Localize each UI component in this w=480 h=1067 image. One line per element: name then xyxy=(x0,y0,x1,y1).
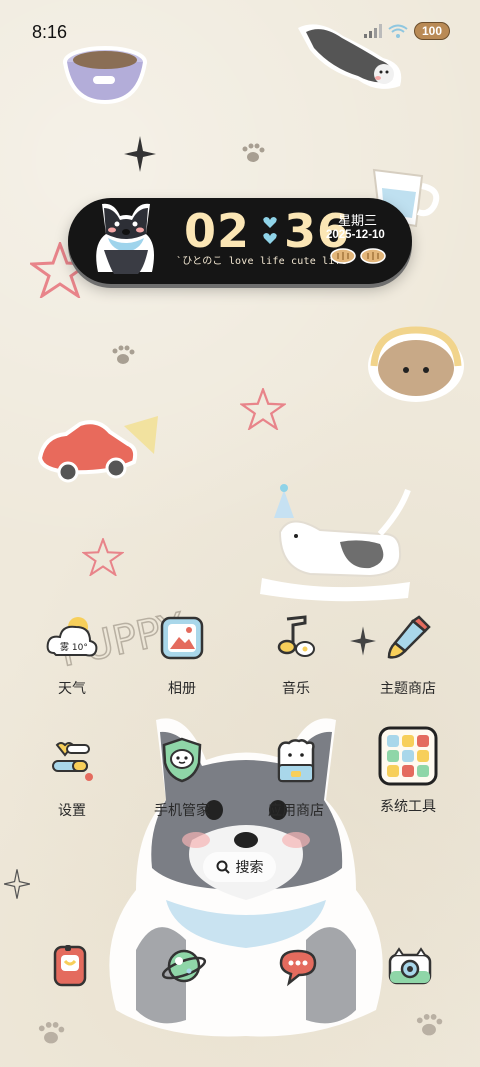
app-system-tools-folder[interactable]: 系统工具 xyxy=(360,724,456,816)
toy-car-sticker xyxy=(37,416,158,483)
bread-icon xyxy=(360,248,386,264)
status-icons: 100 xyxy=(363,22,450,40)
search-label: 搜索 xyxy=(235,860,264,876)
app-label: 应用商店 xyxy=(268,803,324,819)
app-settings[interactable]: 设置 xyxy=(24,732,120,820)
sparkle-icon xyxy=(4,869,30,899)
bread-decoration xyxy=(330,248,386,264)
sparkle-icon xyxy=(124,136,156,172)
weather-badge: 雾 10° xyxy=(60,642,88,653)
clock-hour: 02 xyxy=(184,204,251,258)
browser-planet-icon xyxy=(161,949,207,983)
app-label: 系统工具 xyxy=(380,799,436,815)
pink-star-doodle-icon xyxy=(82,538,124,576)
camera-icon xyxy=(388,947,432,985)
clock-weekday: 星期三 xyxy=(338,214,378,229)
app-music[interactable]: 音乐 xyxy=(248,610,344,698)
bread-icon xyxy=(330,248,356,264)
app-label: 天气 xyxy=(58,681,86,697)
pawprint-icon xyxy=(38,1022,65,1044)
phone-manager-shield-icon xyxy=(154,732,210,788)
dog-bowl-sticker xyxy=(63,46,147,105)
gallery-icon xyxy=(154,610,210,666)
clock-date: 2025-12-10 xyxy=(326,229,385,241)
dock-phone[interactable] xyxy=(42,938,98,994)
headphone-dog-sticker xyxy=(368,326,464,402)
status-time: 8:16 xyxy=(32,22,68,42)
clock-widget[interactable]: 02 36 `ひとのこ love life cute life 星期三 2025… xyxy=(68,198,412,284)
pawprint-icon xyxy=(112,345,135,364)
dog-avatar-icon xyxy=(96,203,154,274)
paint-brush-icon xyxy=(380,610,436,666)
dock-browser[interactable] xyxy=(156,938,212,994)
wifi-icon xyxy=(388,24,408,38)
clock-tagline: `ひとのこ love life cute life xyxy=(176,256,348,267)
folder-grid-icon xyxy=(376,724,440,788)
app-theme-store[interactable]: 主题商店 xyxy=(360,610,456,698)
weather-cloud-icon: 雾 10° xyxy=(44,610,100,666)
app-label: 手机管家 xyxy=(154,803,210,819)
search-icon xyxy=(216,860,230,874)
app-phone-manager[interactable]: 手机管家 xyxy=(134,732,230,820)
music-note-icon xyxy=(268,610,324,666)
dock-messages[interactable] xyxy=(270,938,326,994)
app-label: 音乐 xyxy=(282,681,310,697)
pawprint-icon xyxy=(416,1014,443,1036)
dock-camera[interactable] xyxy=(382,938,438,994)
messages-bubble-icon xyxy=(279,949,317,987)
battery-indicator: 100 xyxy=(413,22,450,40)
app-label: 主题商店 xyxy=(380,681,436,697)
app-label: 相册 xyxy=(168,681,196,697)
party-dog-sticker xyxy=(260,484,411,602)
app-store-bag-icon xyxy=(268,732,324,788)
app-weather[interactable]: 雾 10° 天气 xyxy=(24,610,120,698)
app-gallery[interactable]: 相册 xyxy=(134,610,230,698)
app-app-store[interactable]: 应用商店 xyxy=(248,732,344,820)
app-label: 设置 xyxy=(58,803,86,819)
search-button[interactable]: 搜索 xyxy=(203,852,276,882)
pawprint-icon xyxy=(242,143,265,162)
heart-separator-icon xyxy=(263,217,277,244)
pink-star-doodle-icon xyxy=(240,388,286,430)
signal-icon xyxy=(363,24,382,38)
settings-toggle-icon xyxy=(44,732,100,788)
phone-icon xyxy=(53,945,87,987)
